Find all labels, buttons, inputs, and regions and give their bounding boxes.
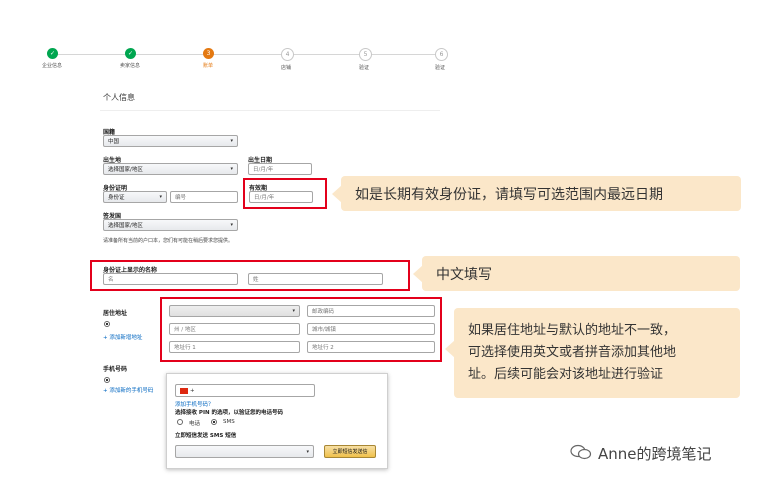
step-label: 账单 (202, 63, 213, 69)
step-5: 5 验证 (334, 48, 394, 71)
first-name-input[interactable]: 名 (103, 273, 238, 285)
birthplace-select[interactable]: 选择国家/地区 ▾ (103, 163, 238, 175)
stepper: ✓ 企业信息 ✓ 卖家信息 3 账单 4 店铺 5 验证 6 验证 (22, 48, 462, 74)
divider (100, 110, 440, 111)
caret-down-icon: ▾ (230, 222, 233, 228)
name-callout: 中文填写 (422, 256, 740, 291)
step-label: 验证 (358, 65, 369, 71)
wechat-icon (570, 444, 592, 460)
check-icon: ✓ (47, 48, 58, 59)
step-2: ✓ 卖家信息 (100, 48, 160, 69)
id-number-input[interactable]: 编号 (170, 191, 238, 203)
address-callout-line1: 如果居住地址与默认的地址不一致， (468, 323, 677, 338)
phone-label: 手机号码 (103, 366, 128, 373)
expiry-callout-text: 如是长期有效身份证，请填写可选范围内最远日期 (355, 186, 663, 203)
call-option-label: 电话 (189, 421, 201, 427)
caret-down-icon: ▾ (230, 138, 233, 144)
postal-code-placeholder: 邮政编码 (312, 309, 335, 315)
check-icon: ✓ (125, 48, 136, 59)
country-code: + (190, 387, 195, 394)
step-label: 验证 (434, 65, 445, 71)
address-line1-placeholder: 地址行 1 (174, 345, 196, 351)
city-input[interactable]: 城市/城镇 (307, 323, 435, 335)
id-type-select[interactable]: 身份证 ▾ (103, 191, 167, 203)
step-label: 企业信息 (41, 63, 62, 69)
caret-down-icon: ▾ (230, 166, 233, 172)
step-number-icon: 4 (281, 48, 294, 61)
id-number-placeholder: 编号 (175, 195, 187, 201)
address-line1-input[interactable]: 地址行 1 (169, 341, 300, 353)
caret-down-icon: ▾ (306, 448, 309, 455)
phone-radio[interactable] (104, 377, 110, 383)
address-country-select[interactable]: ▾ (169, 305, 300, 317)
watermark-text: Anne的跨境笔记 (598, 445, 712, 463)
china-flag-icon (180, 387, 188, 394)
address-callout-line2: 可选择使用英文或者拼音添加其他地 (468, 345, 677, 360)
phone-help-link[interactable]: 添加手机号码？ (175, 400, 214, 408)
first-name-placeholder: 名 (108, 277, 114, 283)
send-sms-button[interactable]: 立即短信发送信 (324, 445, 376, 458)
name-callout-text: 中文填写 (436, 266, 492, 283)
address-line2-placeholder: 地址行 2 (312, 345, 334, 351)
phone-number-input[interactable]: + (175, 384, 315, 397)
birthplace-value: 选择国家/地区 (108, 167, 143, 173)
state-input[interactable]: 州 / 地区 (169, 323, 300, 335)
caret-down-icon: ▾ (292, 308, 295, 314)
sms-option-label: SMS (223, 419, 235, 425)
sms-radio[interactable] (211, 419, 217, 425)
issuing-country-select[interactable]: 选择国家/地区 ▾ (103, 219, 238, 231)
expiry-callout: 如是长期有效身份证，请填写可选范围内最远日期 (341, 176, 741, 211)
id-note: 请准备所有当前的户口本，您们有可能在稍后要求您提供。 (103, 238, 234, 244)
send-sms-button-label: 立即短信发送信 (332, 449, 368, 455)
state-placeholder: 州 / 地区 (174, 327, 196, 333)
sms-language-label: 立即短信发送 SMS 短信 (175, 433, 237, 439)
birthdate-placeholder: 日/月/年 (253, 167, 274, 173)
sms-language-select[interactable]: ▾ (175, 445, 314, 458)
step-number-icon: 5 (359, 48, 372, 61)
phone-popup: + 添加手机号码？ 选择接收 PIN 的选项，以验证您的电话号码 电话 SMS … (166, 373, 388, 469)
address-callout: 如果居住地址与默认的地址不一致， 可选择使用英文或者拼音添加其他地 址。后续可能… (454, 308, 740, 398)
step-3: 3 账单 (178, 48, 238, 69)
nationality-value: 中国 (108, 139, 120, 145)
step-number-icon: 3 (203, 48, 214, 59)
expiry-placeholder: 日/月/年 (254, 195, 275, 201)
step-6: 6 验证 (410, 48, 470, 71)
birthdate-input[interactable]: 日/月/年 (248, 163, 312, 175)
pin-heading: 选择接收 PIN 的选项，以验证您的电话号码 (175, 410, 284, 416)
issuing-country-value: 选择国家/地区 (108, 223, 143, 229)
city-placeholder: 城市/城镇 (312, 327, 336, 333)
postal-code-input[interactable]: 邮政编码 (307, 305, 435, 317)
page-title: 个人信息 (103, 93, 135, 102)
step-label: 店铺 (280, 65, 291, 71)
nationality-select[interactable]: 中国 ▾ (103, 135, 238, 147)
step-4: 4 店铺 (256, 48, 316, 71)
last-name-placeholder: 姓 (253, 277, 259, 283)
step-label: 卖家信息 (119, 63, 140, 69)
call-radio[interactable] (177, 419, 183, 425)
address-callout-line3: 址。后续可能会对该地址进行验证 (468, 367, 664, 382)
address-label: 居住地址 (103, 310, 128, 317)
expiry-input[interactable]: 日/月/年 (249, 191, 313, 203)
caret-down-icon: ▾ (159, 194, 162, 200)
id-type-value: 身份证 (108, 195, 125, 201)
address-radio[interactable] (104, 321, 110, 327)
add-address-link[interactable]: + 添加新增地址 (103, 333, 142, 341)
step-number-icon: 6 (435, 48, 448, 61)
last-name-input[interactable]: 姓 (248, 273, 383, 285)
address-line2-input[interactable]: 地址行 2 (307, 341, 435, 353)
step-1: ✓ 企业信息 (22, 48, 82, 69)
add-phone-link[interactable]: + 添加新的手机号码 (103, 386, 153, 394)
